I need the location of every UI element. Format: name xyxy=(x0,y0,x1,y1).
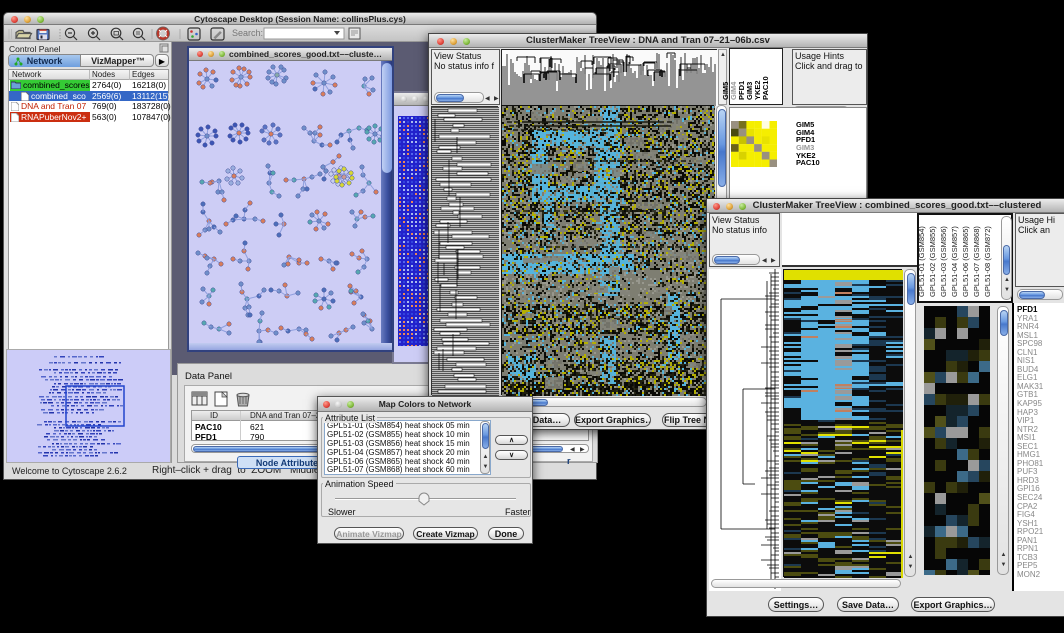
svg-text:Search:: Search: xyxy=(232,28,263,38)
